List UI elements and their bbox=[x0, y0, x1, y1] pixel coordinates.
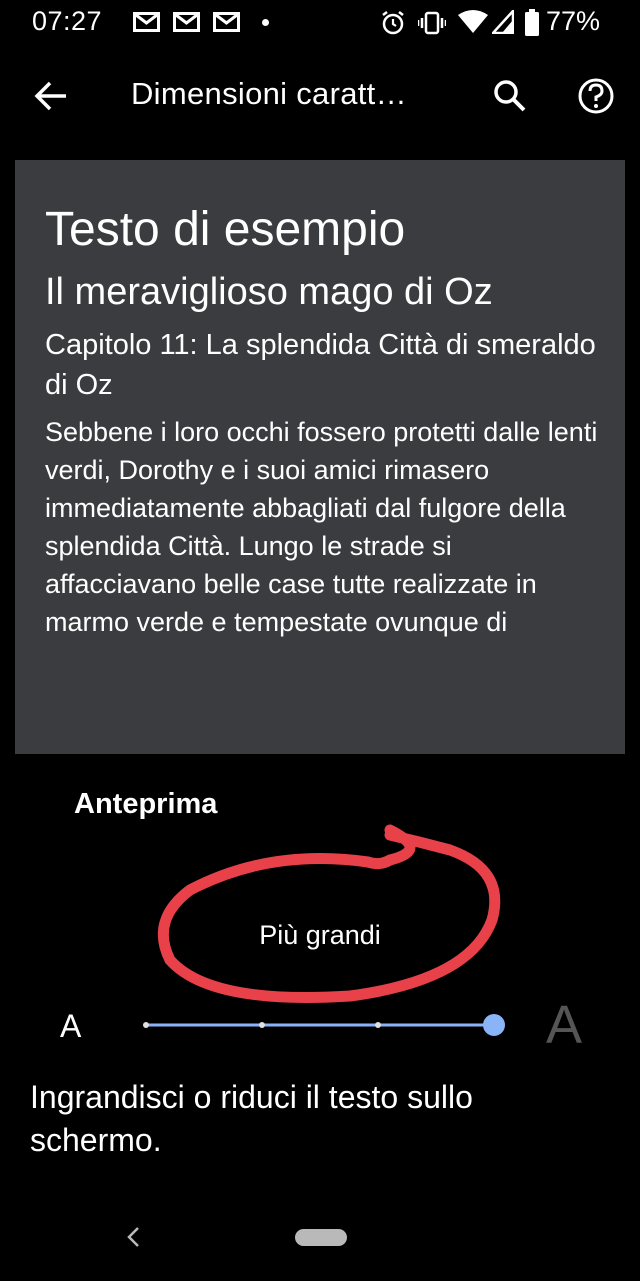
status-time: 07:27 bbox=[32, 6, 103, 36]
app-bar: Dimensioni caratt… bbox=[0, 52, 640, 142]
preview-book-title: Il meraviglioso mago di Oz bbox=[45, 271, 493, 313]
signal-icon bbox=[492, 10, 514, 34]
larger-size-icon[interactable]: A bbox=[546, 994, 582, 1056]
page-title: Dimensioni caratt… bbox=[131, 76, 407, 111]
smaller-size-icon[interactable]: A bbox=[60, 1008, 81, 1045]
help-icon[interactable] bbox=[574, 74, 618, 118]
battery-percent: 77% bbox=[546, 6, 601, 36]
status-bar: 07:27 77% bbox=[0, 0, 640, 48]
preview-heading: Testo di esempio bbox=[45, 203, 406, 256]
nav-back-icon[interactable] bbox=[122, 1224, 144, 1250]
gmail-icon bbox=[173, 12, 200, 32]
battery-icon bbox=[525, 9, 539, 36]
slider-tick[interactable] bbox=[259, 1022, 265, 1028]
slider-thumb[interactable] bbox=[483, 1014, 505, 1036]
gmail-icon bbox=[213, 12, 240, 32]
font-size-slider[interactable] bbox=[140, 1005, 510, 1045]
arrow-back-icon[interactable] bbox=[30, 74, 74, 118]
font-size-value: Più grandi bbox=[259, 920, 381, 950]
preview-label: Anteprima bbox=[74, 788, 218, 820]
nav-home-pill[interactable] bbox=[295, 1229, 347, 1246]
font-size-description: Ingrandisci o riduci il testo sullo sche… bbox=[30, 1079, 473, 1158]
notification-dot-icon bbox=[262, 19, 269, 26]
preview-chapter: Capitolo 11: La splendida Città di smera… bbox=[45, 329, 596, 401]
vibrate-icon bbox=[418, 11, 446, 35]
search-icon[interactable] bbox=[488, 74, 532, 118]
gmail-icon bbox=[133, 12, 160, 32]
slider-tick[interactable] bbox=[143, 1022, 149, 1028]
preview-card[interactable]: Testo di esempio Il meraviglioso mago di… bbox=[15, 160, 625, 754]
alarm-icon bbox=[382, 11, 404, 35]
slider-tick[interactable] bbox=[375, 1022, 381, 1028]
preview-content: Testo di esempio Il meraviglioso mago di… bbox=[45, 198, 605, 641]
wifi-icon bbox=[458, 10, 488, 33]
preview-body-text: Sebbene i loro occhi fossero protetti da… bbox=[45, 417, 598, 637]
